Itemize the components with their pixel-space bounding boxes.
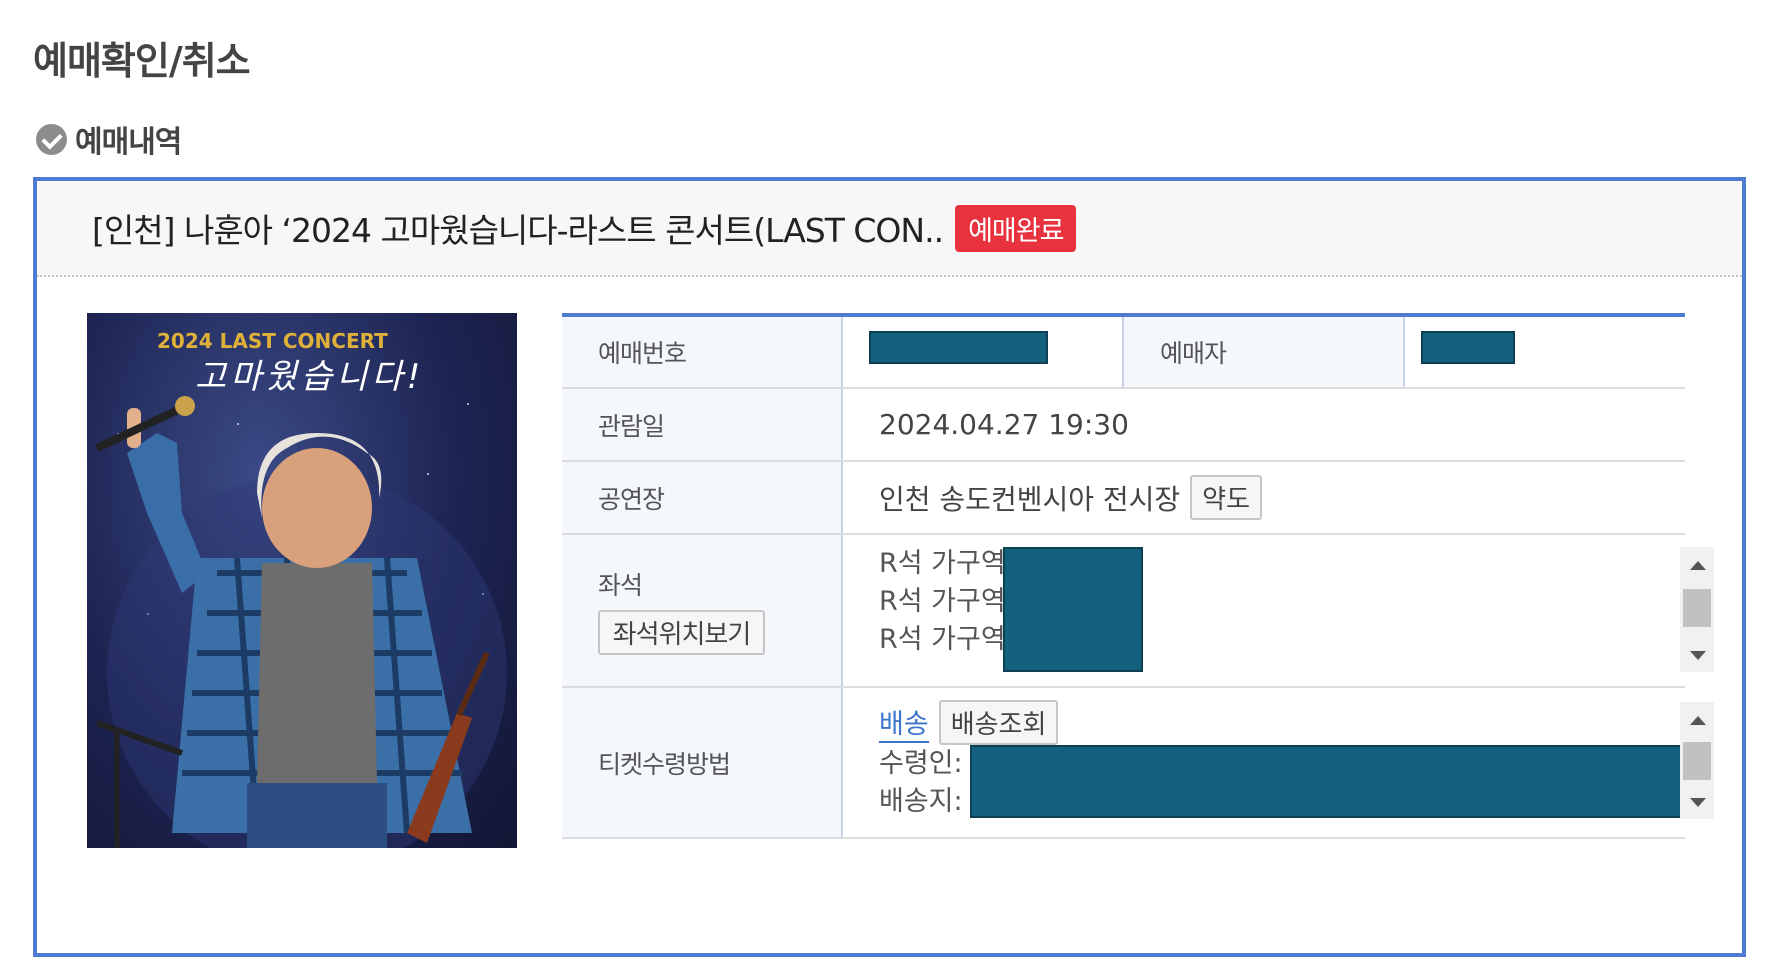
map-button[interactable]: 약도 (1190, 475, 1263, 520)
track-delivery-button[interactable]: 배송조회 (938, 700, 1059, 745)
section-heading: 예매내역 (36, 117, 182, 161)
delivery-method-label: 티켓수령방법 (562, 688, 843, 837)
scroll-up-icon[interactable] (1690, 561, 1706, 570)
seat-scrollbar[interactable] (1680, 547, 1714, 672)
table-row: 좌석 좌석위치보기 R석 가구역 R석 가구역 R석 가구역 (562, 535, 1714, 688)
delivery-cell[interactable]: 배송 배송조회 수령인: 윤 배송지: 1 (843, 688, 1714, 837)
performer-illustration (95, 396, 507, 848)
event-title[interactable]: [인천] 나훈아 ‘2024 고마웠습니다-라스트 콘서트(LAST CON.. (92, 204, 944, 252)
scroll-thumb[interactable] (1683, 589, 1711, 627)
booking-info-table: 예매번호 예매자 관람일 2024.04.27 19:30 공연장 인천 송도컨… (562, 313, 1714, 839)
seat-label: 좌석 (598, 571, 643, 600)
event-poster[interactable]: 2024 LAST CONCERT 고마웠습니다! (87, 313, 517, 848)
scroll-up-icon[interactable] (1690, 716, 1706, 725)
table-row: 관람일 2024.04.27 19:30 (562, 389, 1685, 462)
booker-label: 예매자 (1124, 317, 1405, 387)
venue-value: 인천 송도컨벤시아 전시장 (879, 482, 1181, 516)
seat-list[interactable]: R석 가구역 R석 가구역 R석 가구역 (843, 535, 1714, 686)
page-title: 예매확인/취소 (33, 39, 251, 83)
seat-line: R석 가구역 (879, 624, 1006, 655)
date-label: 관람일 (562, 389, 843, 460)
table-row: 예매번호 예매자 (562, 317, 1685, 389)
scroll-down-icon[interactable] (1690, 651, 1706, 660)
seat-line: R석 가구역 (879, 548, 1006, 579)
redacted-block (1003, 547, 1143, 672)
seat-location-button[interactable]: 좌석위치보기 (598, 610, 765, 655)
date-value: 2024.04.27 19:30 (879, 408, 1129, 441)
scroll-down-icon[interactable] (1690, 798, 1706, 807)
table-row: 공연장 인천 송도컨벤시아 전시장 약도 (562, 462, 1685, 535)
seat-line: R석 가구역 (879, 586, 1006, 617)
redacted-block (1421, 331, 1515, 364)
status-badge: 예매완료 (955, 204, 1077, 252)
booker-value (1405, 317, 1685, 387)
seat-label-cell: 좌석 좌석위치보기 (562, 535, 843, 686)
booking-card-header: [인천] 나훈아 ‘2024 고마웠습니다-라스트 콘서트(LAST CON..… (37, 181, 1742, 277)
delivery-method-value[interactable]: 배송 (879, 702, 929, 743)
check-circle-icon (36, 123, 67, 155)
delivery-scrollbar[interactable] (1680, 702, 1714, 819)
booking-number-value (843, 317, 1124, 387)
table-row: 티켓수령방법 배송 배송조회 수령인: 윤 배송지: 1 (562, 688, 1714, 839)
scroll-thumb[interactable] (1683, 742, 1711, 780)
section-label: 예매내역 (75, 125, 182, 160)
booking-number-label: 예매번호 (562, 317, 843, 387)
redacted-block (970, 745, 1687, 818)
redacted-block (869, 331, 1048, 364)
venue-cell: 인천 송도컨벤시아 전시장 약도 (843, 462, 1685, 533)
venue-label: 공연장 (562, 462, 843, 533)
booking-card: [인천] 나훈아 ‘2024 고마웠습니다-라스트 콘서트(LAST CON..… (33, 177, 1746, 957)
